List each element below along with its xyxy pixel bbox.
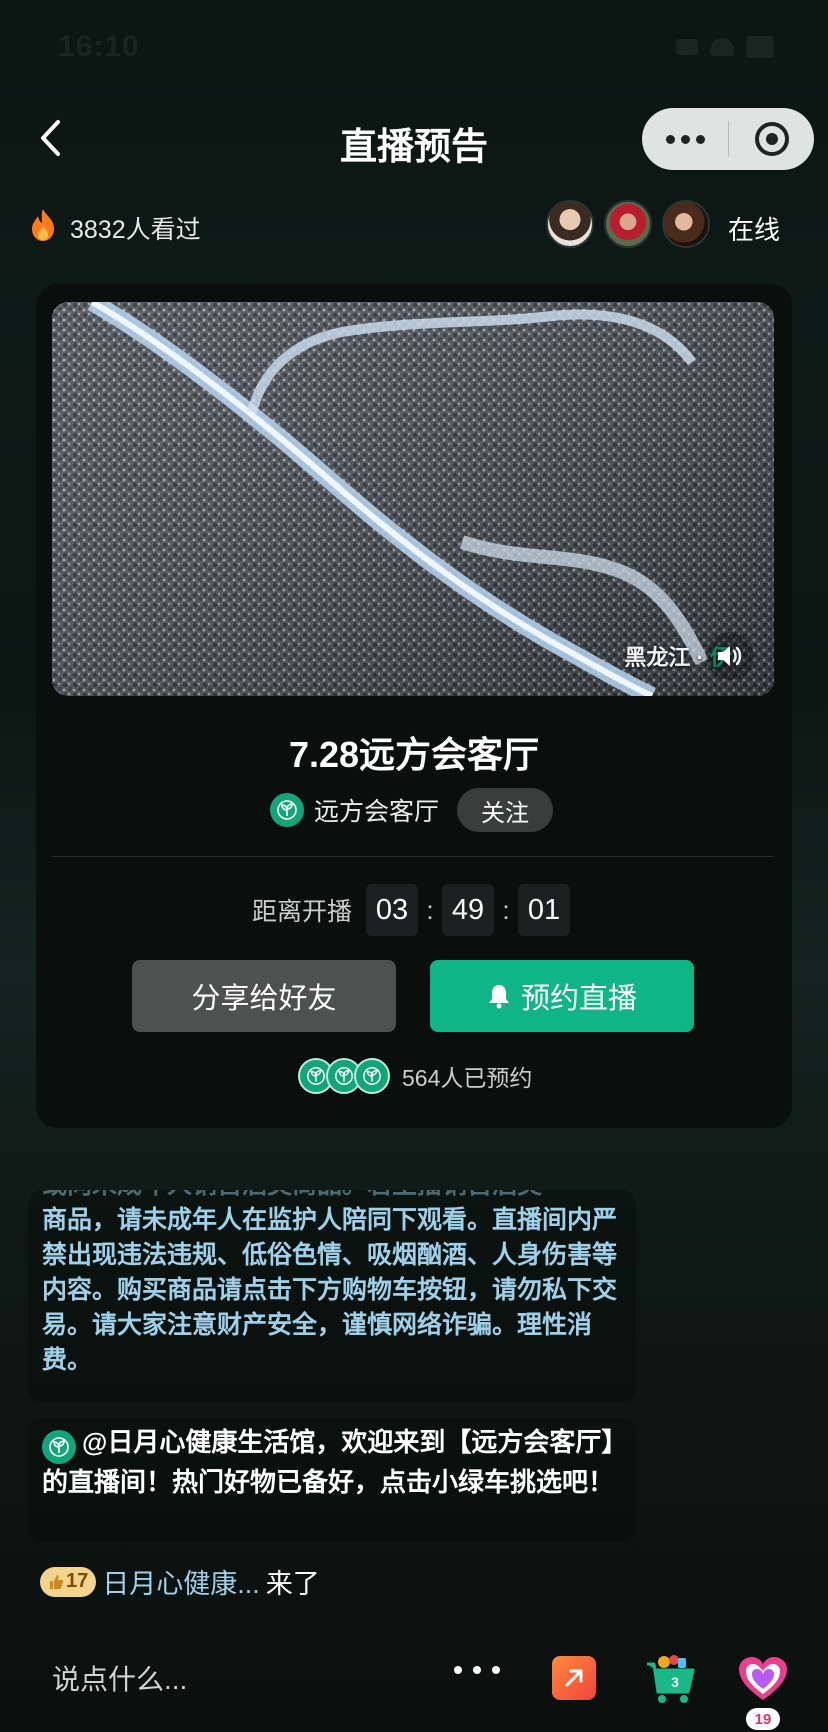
target-icon	[754, 122, 789, 156]
reserved-summary: 564人已预约	[298, 1058, 532, 1094]
divider	[52, 856, 774, 857]
welcome-message: @日月心健康生活馆，欢迎来到【远方会客厅】的直播间！热门好物已备好，点击小绿车挑…	[42, 1424, 632, 1501]
snowy-forest-river-image	[52, 302, 774, 696]
thumbs-up-icon	[50, 1574, 64, 1589]
share-to-friend-button[interactable]: 分享给好友	[132, 960, 396, 1032]
notice-text: 或向未成年人销售酒类商品。若主播销售酒类 商品，请未成年人在监护人陪同下观看。直…	[42, 1190, 622, 1402]
join-action: 来了	[265, 1569, 320, 1599]
countdown-seconds: 01	[518, 884, 571, 936]
online-label: 在线	[728, 215, 781, 245]
like-count-badge: 19	[746, 1708, 780, 1730]
status-time: 16:10	[58, 30, 140, 63]
user-level: 17	[66, 1570, 89, 1592]
join-message: 17 日月心健康... 来了	[40, 1562, 320, 1601]
fire-icon	[32, 209, 54, 241]
reserver-avatar	[354, 1058, 390, 1094]
countdown-minutes: 49	[442, 884, 495, 936]
avatar	[604, 200, 652, 248]
countdown-hours: 03	[366, 884, 419, 936]
comment-input[interactable]: 说点什么...	[28, 1648, 298, 1708]
speaker-icon	[718, 646, 742, 666]
like-button[interactable]	[736, 1654, 790, 1704]
wifi-icon	[710, 38, 734, 56]
live-title: 7.28远方会客厅	[288, 734, 540, 775]
host-name[interactable]: 远方会客厅	[314, 792, 439, 828]
user-level-badge: 17	[40, 1566, 97, 1597]
sprout-icon	[307, 1067, 325, 1085]
battery-icon	[746, 36, 774, 58]
heart-icon	[739, 1657, 787, 1700]
mini-program-capsule	[642, 108, 814, 170]
status-icons	[676, 36, 774, 58]
arrow-up-right-icon	[565, 1669, 583, 1687]
sprout-icon	[363, 1067, 381, 1085]
host-row: 远方会客厅 关注	[270, 788, 554, 832]
reserved-count: 564人已预约	[402, 1065, 533, 1091]
welcome-text: @日月心健康生活馆，欢迎来到【远方会客厅】的直播间！热门好物已备好，点击小绿车挑…	[42, 1427, 628, 1497]
host-logo-icon	[42, 1430, 76, 1464]
bell-icon	[488, 985, 509, 1009]
notice-body: 商品，请未成年人在监护人陪同下观看。直播间内严禁出现违法违规、低俗色情、吸烟酗酒…	[42, 1206, 618, 1374]
sprout-icon	[49, 1437, 69, 1457]
shopping-cart-icon: 3	[647, 1655, 695, 1703]
countdown-separator: :	[502, 894, 510, 925]
volume-button[interactable]	[706, 632, 754, 680]
sprout-icon	[335, 1067, 353, 1085]
join-user-name[interactable]: 日月心健康...	[102, 1562, 260, 1601]
sprout-icon	[277, 800, 297, 820]
online-avatars[interactable]	[546, 200, 710, 248]
follow-button[interactable]: 关注	[457, 788, 554, 832]
preview-video[interactable]	[52, 302, 774, 696]
avatar	[546, 200, 594, 248]
more-menu-button[interactable]	[642, 108, 728, 170]
more-options-button[interactable]	[454, 1666, 500, 1674]
cart-count: 3	[671, 1674, 679, 1690]
countdown: 距离开播 03 : 49 : 01	[252, 884, 571, 936]
shopping-cart-button[interactable]: 3	[644, 1652, 698, 1706]
host-logo-icon[interactable]	[270, 793, 304, 827]
share-icon[interactable]	[552, 1656, 596, 1700]
viewer-count: 3832人看过	[70, 216, 201, 244]
reserve-live-label: 预约直播	[520, 983, 637, 1015]
avatar	[662, 200, 710, 248]
notice-partial-line: 或向未成年人销售酒类商品。若主播销售酒类	[42, 1190, 622, 1203]
countdown-label: 距离开播	[252, 898, 353, 926]
signal-icon	[676, 39, 698, 55]
countdown-separator: :	[426, 894, 434, 925]
close-mini-program-button[interactable]	[729, 108, 814, 170]
reserve-live-button[interactable]: 预约直播	[430, 960, 694, 1032]
